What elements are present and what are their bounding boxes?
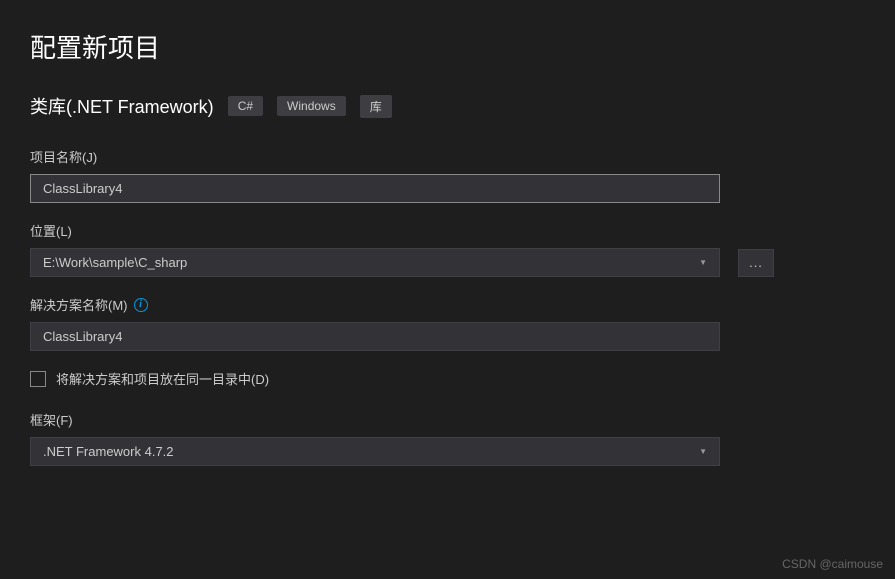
chevron-down-icon: ▼ <box>699 258 707 267</box>
project-name-group: 项目名称(J) <box>30 147 865 203</box>
tag-language: C# <box>228 96 263 116</box>
tag-platform: Windows <box>277 96 346 116</box>
page-title: 配置新项目 <box>30 28 865 65</box>
info-icon[interactable]: i <box>134 298 148 312</box>
solution-name-label: 解决方案名称(M) <box>30 295 128 314</box>
same-directory-label: 将解决方案和项目放在同一目录中(D) <box>56 369 269 388</box>
project-name-input[interactable] <box>30 174 720 203</box>
location-group: 位置(L) E:\Work\sample\C_sharp ▼ ... <box>30 221 865 277</box>
tag-type: 库 <box>360 95 392 118</box>
location-dropdown[interactable]: E:\Work\sample\C_sharp ▼ <box>30 248 720 277</box>
subtitle-row: 类库(.NET Framework) C# Windows 库 <box>30 93 865 119</box>
solution-name-input[interactable] <box>30 322 720 351</box>
location-value: E:\Work\sample\C_sharp <box>43 255 187 270</box>
framework-label: 框架(F) <box>30 410 865 429</box>
same-directory-checkbox[interactable] <box>30 371 46 387</box>
watermark: CSDN @caimouse <box>782 557 883 571</box>
same-directory-row: 将解决方案和项目放在同一目录中(D) <box>30 369 865 388</box>
solution-name-group: 解决方案名称(M) i <box>30 295 865 351</box>
framework-group: 框架(F) .NET Framework 4.7.2 ▼ <box>30 410 865 466</box>
framework-value: .NET Framework 4.7.2 <box>43 444 174 459</box>
chevron-down-icon: ▼ <box>699 447 707 456</box>
location-label: 位置(L) <box>30 221 865 240</box>
browse-button[interactable]: ... <box>738 249 774 277</box>
project-name-label: 项目名称(J) <box>30 147 865 166</box>
project-type-subtitle: 类库(.NET Framework) <box>30 93 214 119</box>
framework-dropdown[interactable]: .NET Framework 4.7.2 ▼ <box>30 437 720 466</box>
